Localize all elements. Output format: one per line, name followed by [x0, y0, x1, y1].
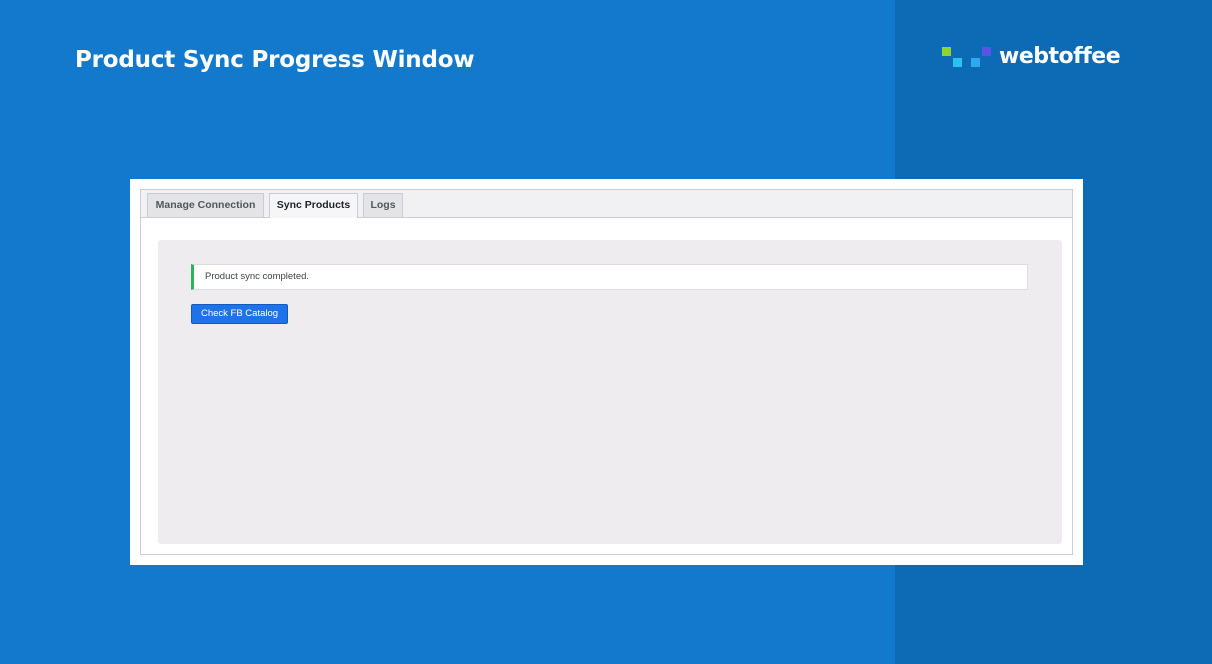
tab-bar: Manage Connection Sync Products Logs: [141, 190, 1072, 218]
plugin-window: Manage Connection Sync Products Logs Pro…: [140, 189, 1073, 555]
check-fb-catalog-button[interactable]: Check FB Catalog: [191, 304, 288, 324]
webtoffee-logo-icon: [941, 44, 993, 70]
sync-panel: Product sync completed. Check FB Catalog: [158, 240, 1062, 544]
page-title: Product Sync Progress Window: [75, 47, 475, 73]
notice-message: Product sync completed.: [205, 271, 310, 282]
brand-logo-text: webtoffee: [999, 44, 1121, 69]
tab-manage-connection[interactable]: Manage Connection: [147, 193, 264, 217]
brand-logo: webtoffee: [941, 44, 1121, 70]
success-notice: Product sync completed.: [191, 264, 1028, 290]
tab-sync-products[interactable]: Sync Products: [269, 193, 358, 218]
screenshot-card: Manage Connection Sync Products Logs Pro…: [130, 179, 1083, 565]
tab-logs[interactable]: Logs: [363, 193, 403, 217]
